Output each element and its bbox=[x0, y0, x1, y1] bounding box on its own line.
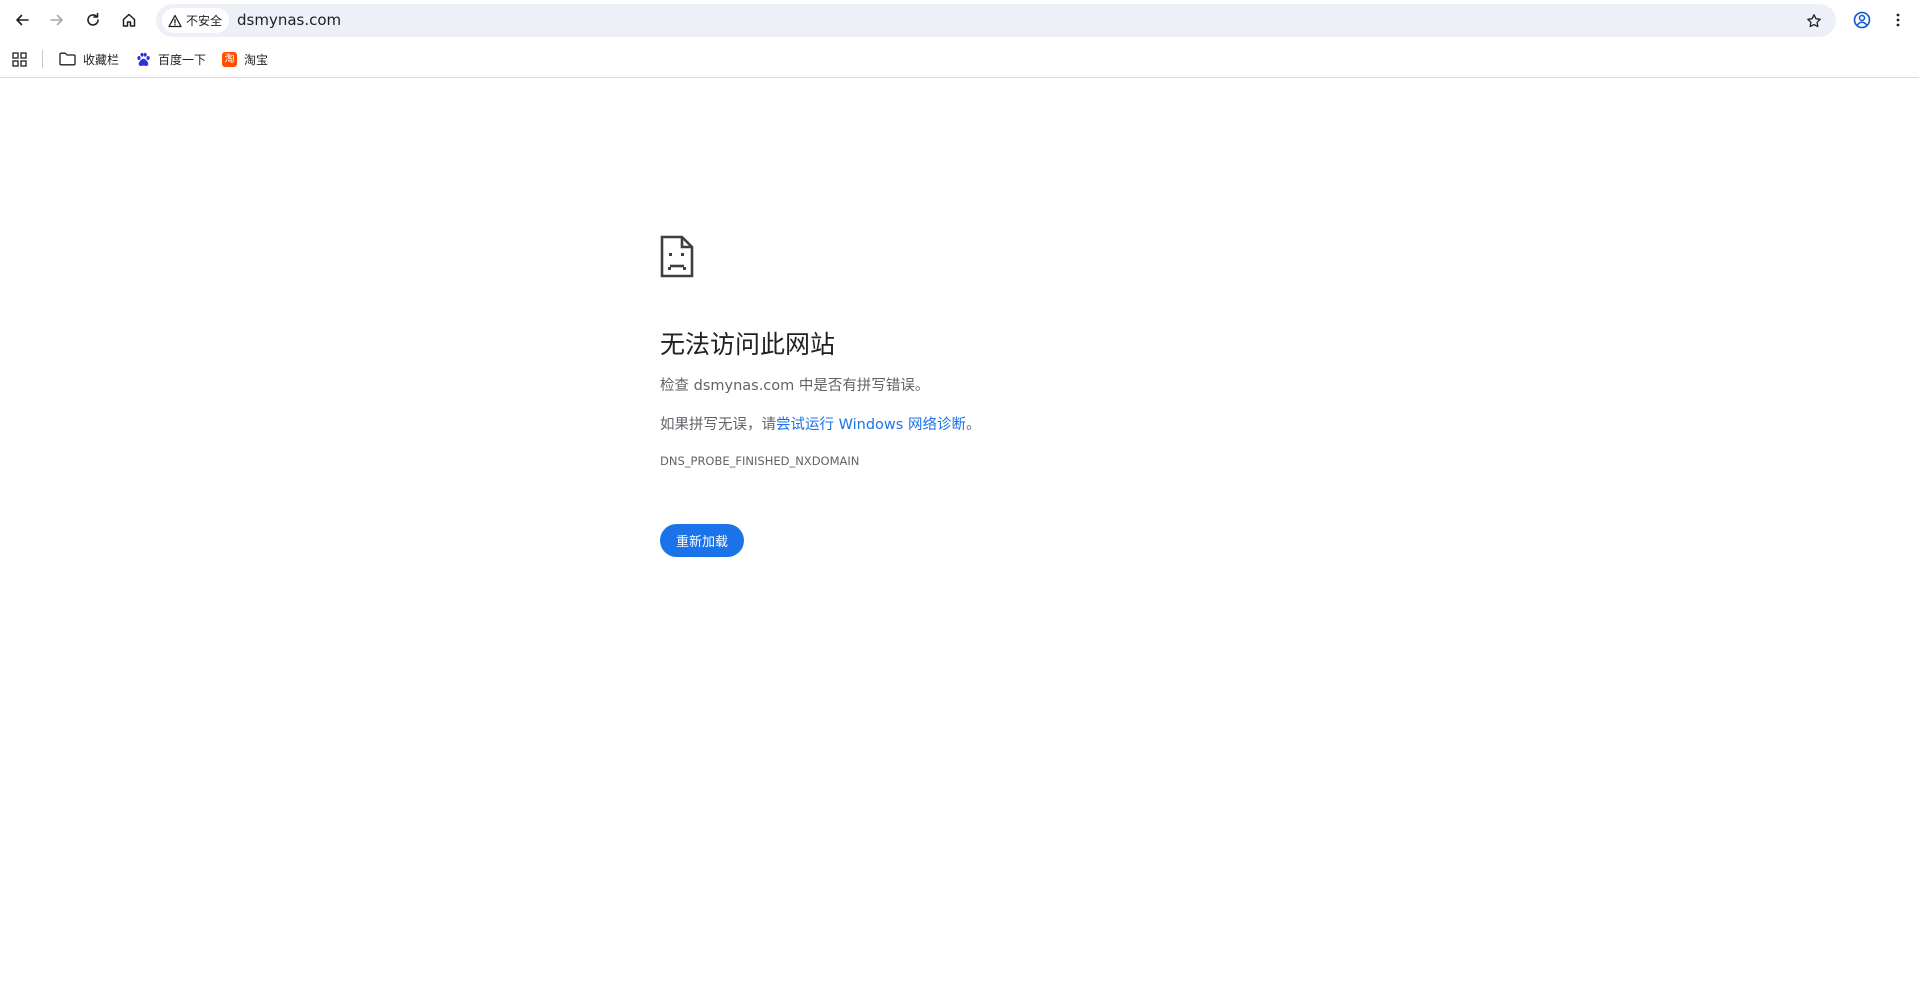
bookmarks-bar: 收藏栏 百度一下 淘 淘宝 bbox=[0, 40, 1919, 78]
bookmark-label: 百度一下 bbox=[158, 52, 207, 67]
apps-grid-icon bbox=[12, 51, 27, 67]
taobao-icon: 淘 bbox=[222, 51, 237, 67]
baidu-icon bbox=[137, 52, 150, 66]
warning-icon bbox=[168, 14, 182, 27]
apps-button[interactable] bbox=[12, 48, 34, 70]
account-icon bbox=[1853, 11, 1871, 29]
error-suggestion-spelling: 检查 dsmynas.com 中是否有拼写错误。 bbox=[660, 378, 930, 394]
reload-icon bbox=[87, 12, 99, 26]
bookmark-star-button[interactable] bbox=[1800, 7, 1828, 35]
network-diagnostics-link[interactable]: 尝试运行 Windows 网络诊断 bbox=[776, 417, 966, 433]
error-code: DNS_PROBE_FINISHED_NXDOMAIN bbox=[660, 454, 860, 468]
sad-document-icon bbox=[660, 235, 694, 278]
bookmark-baidu[interactable]: 百度一下 bbox=[136, 48, 206, 70]
back-button[interactable] bbox=[6, 4, 38, 36]
menu-button[interactable] bbox=[1882, 4, 1914, 36]
address-bar[interactable]: 不安全 dsmynas.com bbox=[156, 4, 1836, 37]
security-label: 不安全 bbox=[186, 14, 223, 28]
forward-arrow-icon bbox=[50, 14, 63, 26]
bookmarks-separator bbox=[42, 50, 43, 68]
bookmark-folder-favorites[interactable]: 收藏栏 bbox=[59, 48, 119, 70]
url-text[interactable]: dsmynas.com bbox=[237, 4, 341, 37]
browser-toolbar: 不安全 dsmynas.com bbox=[0, 0, 1919, 40]
reload-button[interactable]: 重新加载 bbox=[660, 524, 744, 557]
error-suggestion-diagnostics: 如果拼写无误，请尝试运行 Windows 网络诊断。 bbox=[660, 413, 980, 434]
more-vert-icon bbox=[1896, 13, 1900, 27]
diagnostics-prefix: 如果拼写无误，请 bbox=[660, 417, 776, 433]
diagnostics-suffix: 。 bbox=[965, 417, 981, 433]
profile-button[interactable] bbox=[1846, 4, 1878, 36]
bookmark-label: 收藏栏 bbox=[83, 52, 120, 67]
star-icon bbox=[1807, 14, 1821, 28]
error-title: 无法访问此网站 bbox=[660, 330, 836, 359]
forward-button[interactable] bbox=[41, 4, 73, 36]
folder-icon bbox=[59, 52, 76, 66]
bookmark-taobao[interactable]: 淘 淘宝 bbox=[222, 48, 268, 70]
back-arrow-icon bbox=[16, 14, 29, 26]
bookmark-label: 淘宝 bbox=[244, 52, 269, 67]
security-chip[interactable]: 不安全 bbox=[162, 8, 230, 33]
reload-toolbar-button[interactable] bbox=[77, 4, 109, 36]
home-button[interactable] bbox=[113, 4, 145, 36]
home-icon bbox=[122, 13, 136, 27]
